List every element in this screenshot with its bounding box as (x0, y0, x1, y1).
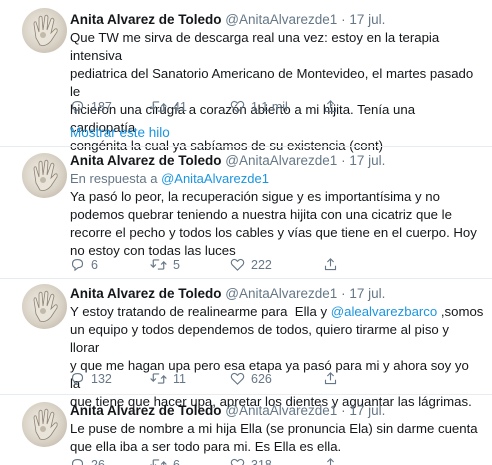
avatar-hand-image (33, 290, 58, 322)
retweet-button[interactable]: 6 (150, 457, 180, 465)
retweet-icon (150, 459, 167, 465)
tweet-date[interactable]: 17 jul. (349, 153, 385, 168)
like-button[interactable]: 318 (230, 457, 272, 465)
like-button[interactable]: 1,1 mil (230, 99, 288, 114)
tweet-actions: 6 5 222 (70, 257, 370, 275)
retweet-count: 6 (173, 457, 180, 465)
reply-icon (71, 372, 84, 386)
heart-icon (230, 100, 245, 113)
author-name[interactable]: Anita Alvarez de Toledo (70, 403, 222, 418)
reply-count: 26 (91, 457, 105, 465)
tweet-1[interactable]: Anita Alvarez de Toledo @AnitaAlvarezde1… (0, 0, 492, 153)
reply-icon (71, 100, 84, 114)
reply-count: 132 (91, 371, 112, 386)
tweet-actions: 132 11 626 (70, 371, 370, 389)
tweet-text-line: un equipo y todos dependemos de todos, q… (70, 322, 450, 355)
author-name[interactable]: Anita Alvarez de Toledo (70, 12, 222, 27)
heart-icon (230, 458, 245, 465)
retweet-icon (150, 101, 167, 112)
tweet-text-segment: ,somos (437, 304, 484, 319)
tweet-header: Anita Alvarez de Toledo @AnitaAlvarezde1… (70, 12, 385, 27)
reply-button[interactable]: 132 (70, 371, 112, 386)
author-handle[interactable]: @AnitaAlvarezde1 (225, 12, 337, 27)
reply-count: 6 (91, 257, 98, 272)
avatar[interactable] (22, 284, 67, 329)
retweet-button[interactable]: 11 (150, 371, 186, 386)
tweet-text-line: recorre el pecho y todos los cables y ví… (70, 225, 477, 240)
retweet-icon (150, 259, 167, 270)
share-icon (326, 458, 335, 465)
tweet-text-segment: Y estoy tratando de realinearme para Ell… (70, 304, 331, 319)
tweet-text-line: que ella iba a ser todo para mi. Es Ella… (70, 439, 342, 454)
author-handle[interactable]: @AnitaAlvarezde1 (225, 286, 337, 301)
tweet-text-line: Ya pasó lo peor, la recuperación sigue y… (70, 189, 440, 204)
avatar[interactable] (22, 402, 67, 447)
like-button[interactable]: 222 (230, 257, 272, 272)
heart-icon (230, 258, 245, 271)
tweet-text-line: pediatrica del Sanatorio Americano de Mo… (70, 66, 474, 99)
share-icon (324, 372, 337, 385)
reply-button[interactable]: 26 (70, 457, 105, 465)
retweet-button[interactable]: 41 (150, 99, 187, 114)
separator-dot: · (341, 286, 346, 301)
avatar-hand-image (33, 408, 58, 440)
like-button[interactable]: 626 (230, 371, 272, 386)
share-button[interactable] (323, 371, 338, 386)
author-handle[interactable]: @AnitaAlvarezde1 (225, 403, 337, 418)
tweet-header: Anita Alvarez de Toledo @AnitaAlvarezde1… (70, 153, 385, 168)
author-name[interactable]: Anita Alvarez de Toledo (70, 153, 222, 168)
author-handle[interactable]: @AnitaAlvarezde1 (225, 153, 337, 168)
heart-icon (230, 372, 245, 385)
share-button[interactable] (323, 257, 338, 272)
avatar-hand-image (33, 14, 58, 46)
reply-button[interactable]: 187 (70, 99, 112, 114)
avatar[interactable] (22, 153, 67, 198)
show-thread-link[interactable]: Mostrar este hilo (70, 125, 170, 140)
like-count: 626 (251, 371, 272, 386)
share-button[interactable] (323, 457, 338, 465)
reply-button[interactable]: 6 (70, 257, 98, 272)
tweet-text: Le puse de nombre a mi hija Ella (se pro… (70, 420, 480, 456)
tweet-header: Anita Alvarez de Toledo @AnitaAlvarezde1… (70, 403, 385, 418)
tweet-text-line: podemos quebrar teniendo a nuestra hijit… (70, 207, 452, 222)
reply-context-handle[interactable]: @AnitaAlvarezde1 (161, 171, 269, 186)
tweet-actions: 187 41 1,1 mil (70, 99, 370, 117)
separator-dot: · (341, 153, 346, 168)
retweet-icon (150, 373, 167, 384)
separator-dot: · (341, 12, 346, 27)
avatar-hand-image (33, 159, 58, 191)
like-count: 318 (251, 457, 272, 465)
like-count: 222 (251, 257, 272, 272)
separator-dot: · (341, 403, 346, 418)
mention-link[interactable]: @alealvarezbarco (331, 304, 438, 319)
share-icon (324, 100, 337, 113)
tweet-actions: 26 6 318 (70, 457, 370, 465)
tweet-2[interactable]: Anita Alvarez de Toledo @AnitaAlvarezde1… (0, 147, 492, 277)
share-button[interactable] (323, 99, 338, 114)
retweet-count: 11 (173, 371, 186, 386)
retweet-count: 5 (173, 257, 180, 272)
reply-icon (71, 258, 84, 272)
tweet-text-line: Y estoy tratando de realinearme para Ell… (70, 303, 484, 321)
tweet-text-line: Que TW me sirva de descarga real una vez… (70, 30, 440, 63)
reply-icon (71, 458, 84, 465)
tweet-date[interactable]: 17 jul. (349, 12, 385, 27)
tweet-date[interactable]: 17 jul. (349, 286, 385, 301)
tweet-3[interactable]: Anita Alvarez de Toledo @AnitaAlvarezde1… (0, 279, 492, 409)
tweet-4[interactable]: Anita Alvarez de Toledo @AnitaAlvarezde1… (0, 395, 492, 465)
reply-count: 187 (91, 99, 112, 114)
tweet-text: Ya pasó lo peor, la recuperación sigue y… (70, 188, 480, 260)
tweet-date[interactable]: 17 jul. (349, 403, 385, 418)
reply-context-label: En respuesta a (70, 171, 158, 186)
share-icon (324, 258, 337, 271)
reply-context: En respuesta a @AnitaAlvarezde1 (70, 171, 269, 186)
retweet-button[interactable]: 5 (150, 257, 180, 272)
tweet-text-line: Le puse de nombre a mi hija Ella (se pro… (70, 421, 478, 436)
tweet-header: Anita Alvarez de Toledo @AnitaAlvarezde1… (70, 286, 385, 301)
avatar[interactable] (22, 8, 67, 53)
retweet-count: 41 (173, 99, 187, 114)
author-name[interactable]: Anita Alvarez de Toledo (70, 286, 222, 301)
like-count: 1,1 mil (251, 99, 288, 114)
